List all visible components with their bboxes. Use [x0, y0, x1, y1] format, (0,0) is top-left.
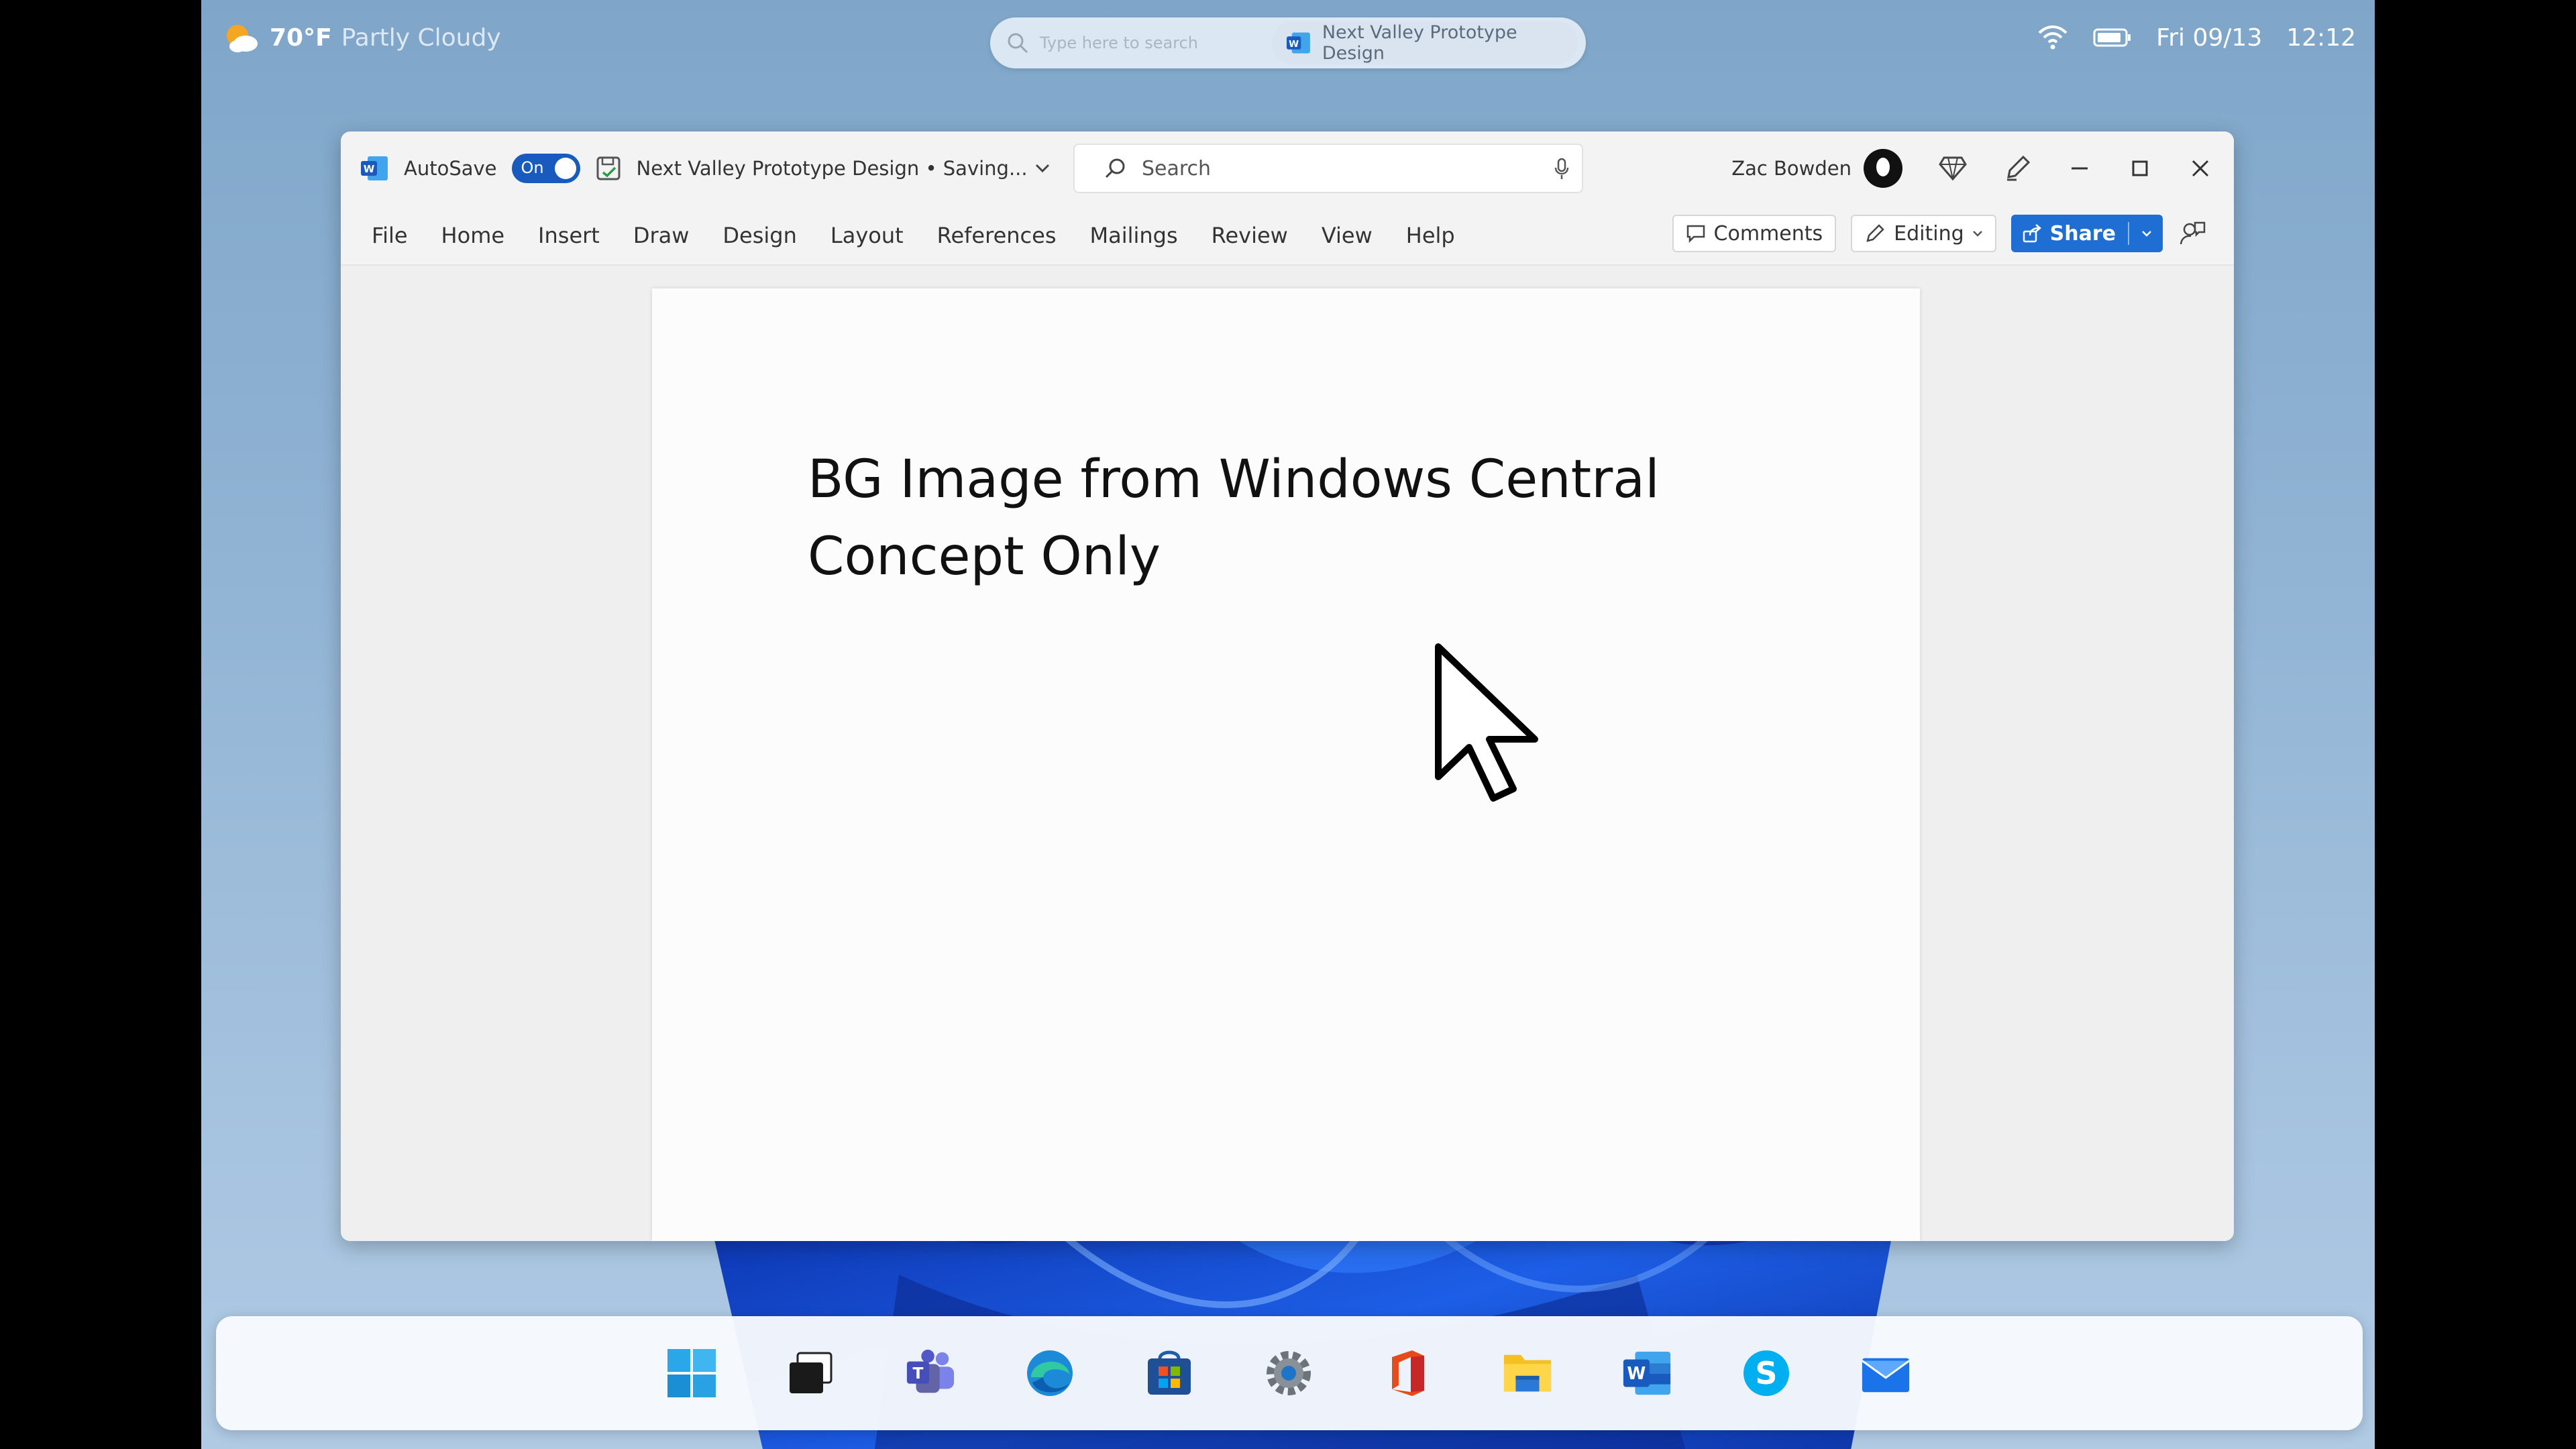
chevron-down-icon[interactable] — [2141, 229, 2152, 237]
tab-home[interactable]: Home — [441, 223, 505, 248]
word-icon[interactable]: W — [1621, 1347, 1673, 1399]
microphone-icon[interactable] — [1554, 157, 1570, 181]
avatar[interactable] — [1864, 149, 1902, 188]
search-placeholder: Search — [1142, 156, 1212, 180]
word-window: W AutoSave On Next Valley Prototype Desi… — [341, 131, 2234, 1241]
user-name[interactable]: Zac Bowden — [1731, 157, 1851, 180]
editing-label: Editing — [1894, 221, 1964, 246]
start-icon[interactable] — [665, 1347, 718, 1399]
system-tray: Fri 09/13 12:12 — [2037, 17, 2356, 58]
tab-review[interactable]: Review — [1212, 223, 1288, 248]
tab-insert[interactable]: Insert — [538, 223, 600, 248]
tab-draw[interactable]: Draw — [633, 223, 690, 248]
minimize-icon[interactable] — [2068, 156, 2092, 180]
document-title[interactable]: Next Valley Prototype Design • Saving... — [637, 157, 1051, 180]
teams-icon[interactable]: T — [904, 1347, 957, 1399]
settings-icon[interactable] — [1263, 1347, 1315, 1399]
ribbon-tabs: File Home Insert Draw Design Layout Refe… — [341, 205, 2234, 264]
office-icon[interactable] — [1382, 1347, 1434, 1399]
autosave-toggle[interactable]: On — [511, 154, 580, 183]
svg-text:W: W — [364, 163, 375, 175]
weather-temperature: 70°F — [270, 23, 332, 52]
active-document-chip[interactable]: W Next Valley Prototype Design — [1272, 21, 1578, 64]
search-icon — [1008, 33, 1028, 54]
toggle-knob — [554, 158, 576, 179]
catch-up-icon[interactable] — [2178, 219, 2207, 248]
mail-icon[interactable] — [1860, 1347, 1912, 1399]
close-icon[interactable] — [2188, 156, 2212, 180]
svg-text:T: T — [912, 1364, 923, 1383]
edge-icon[interactable] — [1024, 1347, 1076, 1399]
comments-label: Comments — [1713, 221, 1823, 246]
tab-view[interactable]: View — [1322, 223, 1373, 248]
autosave-label: AutoSave — [404, 157, 497, 180]
word-icon: W — [1286, 32, 1310, 54]
title-bar: W AutoSave On Next Valley Prototype Desi… — [341, 131, 2234, 205]
svg-text:S: S — [1755, 1355, 1777, 1391]
taskbar: T W S — [216, 1316, 2363, 1430]
weather-condition: Partly Cloudy — [341, 23, 501, 52]
document-title-text: Next Valley Prototype Design • Saving... — [636, 157, 1028, 180]
tab-mailings[interactable]: Mailings — [1089, 223, 1177, 248]
maximize-icon[interactable] — [2128, 156, 2152, 180]
search-input[interactable]: Search — [1073, 144, 1583, 193]
wifi-icon[interactable] — [2037, 25, 2069, 50]
diamond-icon[interactable] — [1939, 155, 1967, 182]
chevron-down-icon — [1035, 164, 1049, 173]
task-view-icon[interactable] — [785, 1347, 837, 1399]
svg-text:W: W — [1289, 39, 1299, 50]
pencil-icon — [1866, 224, 1884, 242]
share-button[interactable]: Share — [2010, 215, 2163, 252]
document-page[interactable]: BG Image from Windows Central Concept On… — [652, 288, 1920, 1241]
word-app-icon: W — [361, 156, 388, 180]
save-icon[interactable] — [595, 155, 622, 182]
share-split-divider — [2128, 222, 2129, 245]
editing-mode-button[interactable]: Editing — [1851, 215, 1996, 252]
file-explorer-icon[interactable] — [1501, 1347, 1554, 1399]
tab-references[interactable]: References — [937, 223, 1057, 248]
document-line-1[interactable]: BG Image from Windows Central — [808, 449, 1660, 510]
mouse-pointer-icon — [1435, 643, 1538, 802]
share-icon — [2023, 224, 2041, 243]
comment-icon — [1686, 225, 1705, 243]
partly-cloudy-icon — [227, 25, 258, 52]
comments-button[interactable]: Comments — [1672, 215, 1837, 252]
tab-file[interactable]: File — [372, 223, 408, 248]
autosave-state: On — [521, 158, 544, 177]
battery-icon[interactable] — [2093, 27, 2132, 48]
share-label: Share — [2049, 221, 2116, 246]
system-date[interactable]: Fri 09/13 — [2156, 24, 2262, 52]
chevron-down-icon — [1972, 231, 1982, 237]
system-clock[interactable]: 12:12 — [2286, 24, 2356, 52]
store-icon[interactable] — [1143, 1347, 1195, 1399]
skype-icon[interactable]: S — [1740, 1347, 1792, 1399]
tab-help[interactable]: Help — [1406, 223, 1455, 248]
active-document-name: Next Valley Prototype Design — [1322, 22, 1517, 64]
pen-icon[interactable] — [2003, 154, 2031, 182]
svg-text:W: W — [1627, 1363, 1646, 1383]
taskbar-search[interactable]: Type here to search W Next Valley Protot… — [990, 17, 1586, 68]
desktop: 70°F Partly Cloudy Type here to search W… — [201, 0, 2375, 1449]
tab-design[interactable]: Design — [722, 223, 796, 248]
search-icon — [1105, 158, 1125, 178]
tab-layout[interactable]: Layout — [830, 223, 904, 248]
search-placeholder: Type here to search — [1040, 34, 1198, 52]
weather-widget[interactable]: 70°F Partly Cloudy — [223, 17, 501, 58]
person-icon — [1876, 158, 1890, 176]
document-line-2[interactable]: Concept Only — [808, 527, 1161, 587]
